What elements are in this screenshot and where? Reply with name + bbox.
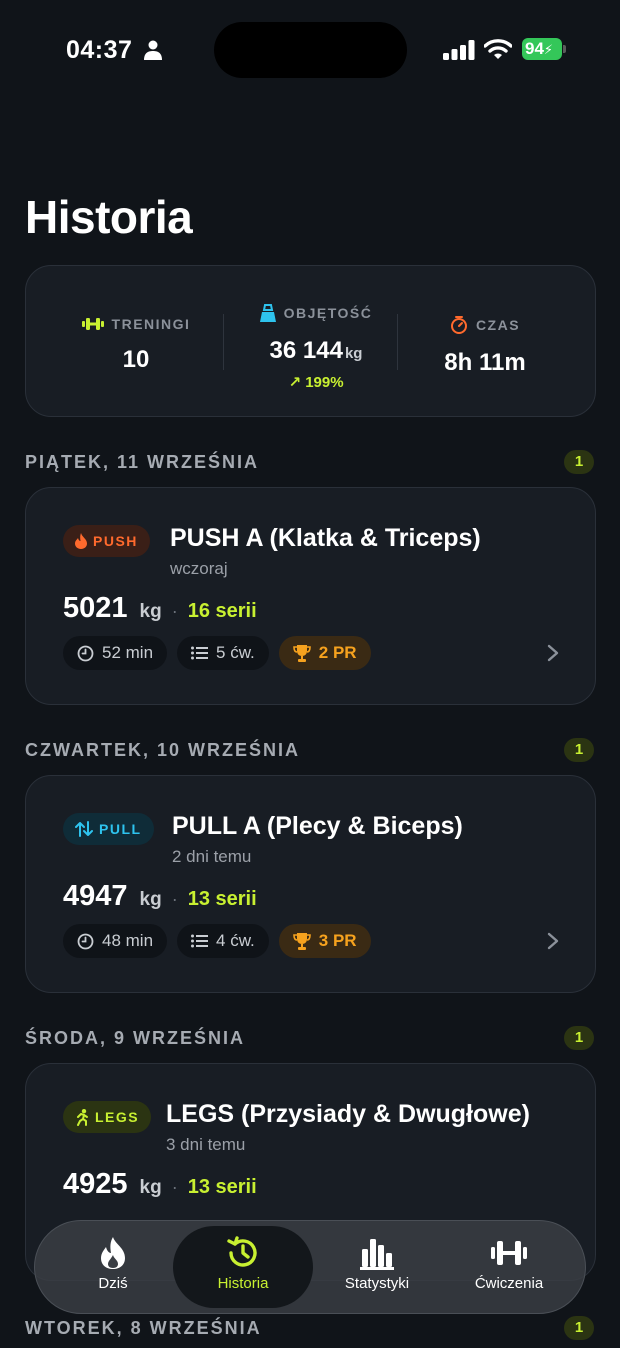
- trend-up-icon: ↗: [288, 374, 302, 391]
- status-bar: 04:37 94⚡: [0, 0, 620, 100]
- workout-card-pull[interactable]: PULL PULL A (Plecy & Biceps) 2 dni temu …: [25, 775, 596, 993]
- stat-workouts-label: TRENINGI: [111, 316, 191, 332]
- person-icon: [144, 40, 162, 60]
- day-header: ŚRODA, 9 WRZEŚNIA: [25, 1028, 246, 1048]
- dynamic-island: [214, 22, 407, 78]
- workout-volume-unit: kg: [139, 601, 162, 622]
- dumbbell-icon: [81, 318, 104, 330]
- day-count-badge: 1: [564, 1316, 594, 1340]
- workout-type-badge: PUSH: [63, 525, 150, 557]
- workout-volume: 5021: [63, 592, 128, 624]
- clock-icon: [77, 933, 94, 949]
- workout-volume: 4925: [63, 1168, 128, 1200]
- wifi-icon: [484, 39, 512, 59]
- trophy-icon: [292, 644, 311, 662]
- running-icon: [77, 1108, 88, 1126]
- list-icon: [191, 934, 209, 948]
- workout-title: LEGS (Przysiady & Dwugłowe): [166, 1100, 530, 1128]
- battery-indicator: 94⚡: [522, 38, 566, 60]
- bar-chart-icon: [360, 1239, 394, 1270]
- clock-icon: [77, 645, 94, 661]
- duration-chip: 52 min: [63, 636, 168, 670]
- workout-relative-date: wczoraj: [170, 559, 228, 578]
- workout-relative-date: 3 dni temu: [166, 1135, 246, 1154]
- day-count-badge: 1: [564, 738, 594, 762]
- summary-card: TRENINGI 10 OBJĘTOŚĆ 36 144 kg ↗ 199% CZA…: [25, 265, 596, 417]
- day-count-badge: 1: [564, 450, 594, 474]
- exercises-chip: 5 ćw.: [177, 636, 269, 670]
- stat-time-value: 8h 11m: [444, 349, 526, 376]
- workout-type-badge: PULL: [63, 813, 154, 845]
- history-icon: [227, 1236, 257, 1267]
- stat-volume-trend: 199%: [305, 374, 344, 391]
- workout-title: PULL A (Plecy & Biceps): [172, 812, 463, 840]
- day-count-badge: 1: [564, 1026, 594, 1050]
- tab-bar: Dziś Historia Statystyki Ćwiczenia: [34, 1220, 586, 1314]
- kettlebell-icon: [259, 304, 276, 322]
- tab-history[interactable]: Historia: [173, 1226, 313, 1308]
- separator-dot: ·: [171, 1177, 178, 1197]
- exercises-chip: 4 ćw.: [177, 924, 269, 958]
- tab-today[interactable]: Dziś: [43, 1221, 183, 1313]
- flame-icon: [101, 1237, 125, 1269]
- pr-chip: 3 PR: [278, 924, 371, 958]
- stat-volume-label: OBJĘTOŚĆ: [283, 305, 373, 321]
- workout-volume-unit: kg: [139, 889, 162, 910]
- chevron-right-icon: [547, 932, 559, 950]
- trophy-icon: [292, 932, 311, 950]
- battery-level: 94: [525, 39, 544, 58]
- page-title: Historia: [25, 191, 193, 243]
- stat-time-label: CZAS: [475, 317, 521, 333]
- workout-title: PUSH A (Klatka & Triceps): [170, 524, 481, 552]
- duration-chip: 48 min: [63, 924, 168, 958]
- pr-chip: 2 PR: [278, 636, 371, 670]
- stat-time: CZAS 8h 11m: [410, 266, 560, 416]
- workout-relative-date: 2 dni temu: [172, 847, 252, 866]
- stat-workouts-value: 10: [122, 346, 150, 373]
- day-header: WTOREK, 8 WRZEŚNIA: [25, 1318, 262, 1338]
- workout-volume-unit: kg: [139, 1177, 162, 1198]
- swap-vertical-icon: [75, 821, 93, 837]
- workout-volume: 4947: [63, 880, 128, 912]
- dumbbell-icon: [491, 1241, 527, 1265]
- tab-exercises[interactable]: Ćwiczenia: [439, 1221, 579, 1313]
- workout-sets: 16 serii: [187, 600, 257, 622]
- signal-icon: [443, 40, 475, 60]
- stat-volume: OBJĘTOŚĆ 36 144 kg ↗ 199%: [236, 266, 396, 416]
- list-icon: [191, 646, 209, 660]
- stat-workouts: TRENINGI 10: [56, 266, 216, 416]
- flame-icon: [75, 533, 87, 549]
- tab-statistics[interactable]: Statystyki: [307, 1221, 447, 1313]
- stat-volume-unit: kg: [344, 345, 363, 362]
- status-time: 04:37: [66, 36, 133, 64]
- separator-dot: ·: [171, 601, 178, 621]
- day-header: PIĄTEK, 11 WRZEŚNIA: [25, 452, 260, 472]
- timer-icon: [450, 316, 467, 334]
- workout-sets: 13 serii: [187, 1176, 257, 1198]
- separator-dot: ·: [171, 889, 178, 909]
- chevron-right-icon: [547, 644, 559, 662]
- workout-card-push[interactable]: PUSH PUSH A (Klatka & Triceps) wczoraj 5…: [25, 487, 596, 705]
- workout-sets: 13 serii: [187, 888, 257, 910]
- stat-volume-value: 36 144: [269, 337, 343, 364]
- workout-type-badge: LEGS: [63, 1101, 152, 1133]
- day-header: CZWARTEK, 10 WRZEŚNIA: [25, 740, 301, 760]
